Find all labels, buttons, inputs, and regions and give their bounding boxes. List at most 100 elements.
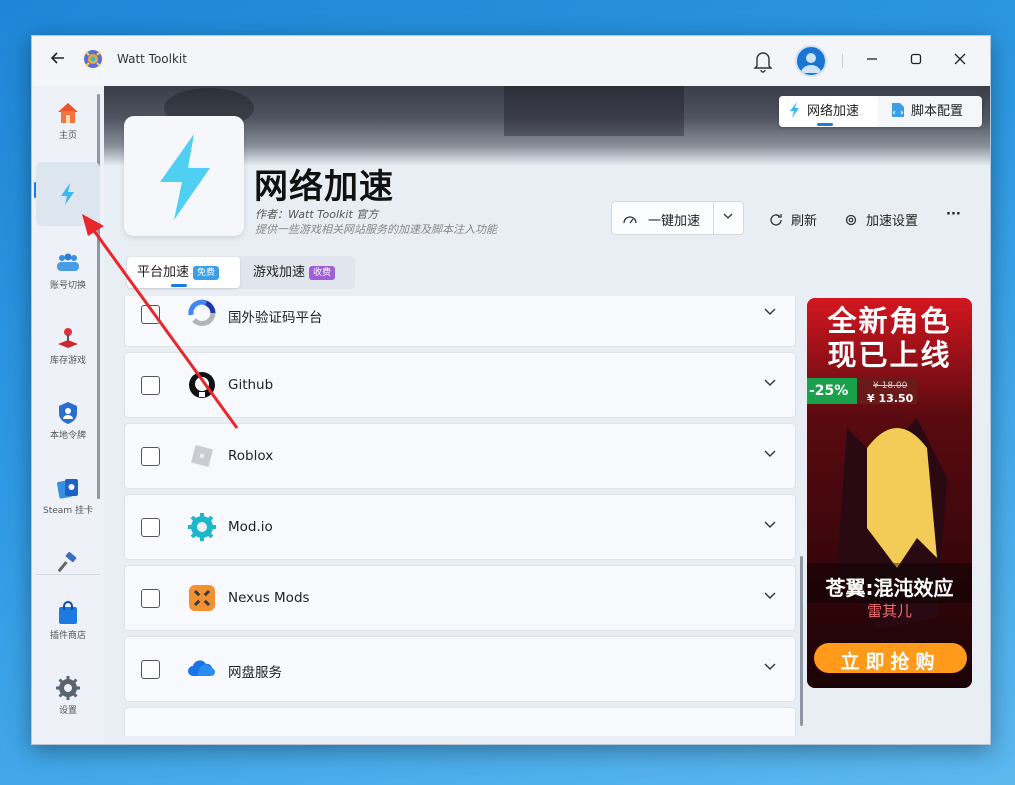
one-click-accelerate-button[interactable]: 一键加速 <box>611 201 744 235</box>
sidebar-divider <box>36 574 100 575</box>
tab-indicator <box>817 123 833 126</box>
github-icon <box>189 372 215 398</box>
shield-icon <box>59 402 77 424</box>
service-name: Roblox <box>228 448 274 464</box>
sidebar-item-local-token[interactable]: 本地令牌 <box>36 392 100 456</box>
service-checkbox[interactable] <box>141 518 160 537</box>
ad-headline-line2: 现已上线 <box>827 338 952 372</box>
user-icon <box>801 53 821 73</box>
close-button[interactable] <box>946 48 974 74</box>
top-tab-bar: 网络加速 脚本配置 <box>779 96 982 127</box>
back-arrow-icon <box>50 52 64 64</box>
sidebar-item-label: 设置 <box>58 706 77 716</box>
lightning-icon <box>61 183 74 205</box>
minimize-button[interactable] <box>858 48 886 74</box>
plugin-description: 提供一些游戏相关网站服务的加速及脚本注入功能 <box>255 223 497 236</box>
watt-toolkit-logo-icon <box>84 50 102 68</box>
gear-icon <box>845 214 857 226</box>
ad-character-name: 雷其儿 <box>866 602 912 620</box>
shopping-bag-icon <box>59 601 77 624</box>
script-file-icon <box>892 103 904 117</box>
nexus-mods-icon <box>189 585 215 611</box>
service-list: 国外验证码平台 Github Roblox Mod.io Nexus Mods … <box>124 296 800 736</box>
list-scrollbar[interactable] <box>800 556 803 726</box>
page-title: 网络加速 <box>254 167 394 207</box>
back-button[interactable] <box>46 50 70 72</box>
sidebar-item-settings[interactable]: 设置 <box>36 667 100 731</box>
button-divider <box>713 202 714 234</box>
sidebar-item-accelerator[interactable] <box>36 162 100 226</box>
ad-headline: 全新角色 现已上线 <box>807 304 972 372</box>
tab-game-accelerate[interactable]: 游戏加速 收费 <box>243 257 354 288</box>
modio-icon <box>188 513 216 541</box>
more-options-button[interactable]: ··· <box>946 207 961 222</box>
tab-network-accelerate[interactable]: 网络加速 <box>779 96 878 127</box>
settings-label: 加速设置 <box>866 214 919 229</box>
service-name: Github <box>228 377 274 393</box>
tab-platform-accelerate[interactable]: 平台加速 免费 <box>127 257 240 288</box>
service-name: Mod.io <box>228 519 273 535</box>
list-item[interactable] <box>124 707 796 736</box>
title-divider <box>842 54 843 68</box>
hero-artwork <box>504 86 684 136</box>
refresh-button[interactable]: 刷新 <box>769 210 817 229</box>
sidebar-item-label: 插件商店 <box>49 631 86 641</box>
sidebar-item-game-library[interactable]: 库存游戏 <box>36 317 100 381</box>
tab-label: 网络加速 <box>807 104 860 119</box>
tab-label: 平台加速 <box>137 265 190 280</box>
tab-label: 游戏加速 <box>253 265 306 280</box>
plugin-icon-card <box>124 116 244 236</box>
chevron-down-icon[interactable] <box>763 375 777 389</box>
sidebar-item-home[interactable]: 主页 <box>36 92 100 156</box>
list-item[interactable]: Roblox <box>124 423 796 489</box>
ad-game-title: 苍翼:混沌效应 <box>825 576 954 600</box>
sidebar-item-account-switch[interactable]: 账号切换 <box>36 242 100 306</box>
service-name: 国外验证码平台 <box>228 310 323 326</box>
chevron-down-icon[interactable] <box>763 446 777 460</box>
hammer-icon <box>57 551 77 573</box>
notifications-button[interactable] <box>752 49 774 73</box>
accelerate-label: 一键加速 <box>648 214 701 229</box>
list-item[interactable]: 国外验证码平台 <box>124 296 796 347</box>
tab-indicator <box>171 284 187 287</box>
ad-cta-button[interactable]: 立即抢购 <box>814 647 967 674</box>
lightning-icon <box>160 134 210 220</box>
service-checkbox[interactable] <box>141 376 160 395</box>
sidebar-item-plugin-store[interactable]: 插件商店 <box>36 592 100 656</box>
service-checkbox[interactable] <box>141 447 160 466</box>
tab-script-config[interactable]: 脚本配置 <box>881 96 981 127</box>
sidebar-item-label: 账号切换 <box>49 281 86 291</box>
service-name: 网盘服务 <box>228 665 282 681</box>
list-item[interactable]: Github <box>124 352 796 418</box>
service-checkbox[interactable] <box>141 660 160 679</box>
lightning-icon <box>790 102 799 118</box>
service-name: Nexus Mods <box>228 590 310 606</box>
more-label: ··· <box>946 207 961 222</box>
accelerate-dropdown-button[interactable] <box>722 210 734 225</box>
chevron-down-icon <box>723 213 733 219</box>
ad-new-price: ¥ 13.50 <box>867 392 914 405</box>
chevron-down-icon[interactable] <box>763 517 777 531</box>
close-icon <box>954 53 966 65</box>
title-bar: Watt Toolkit <box>32 36 990 86</box>
sidebar-item-label: Steam 挂卡 <box>43 506 93 516</box>
maximize-button[interactable] <box>902 48 930 74</box>
main-content: 网络加速 脚本配置 网络加速 作者：Watt Toolkit 官方 提供一些游戏… <box>104 86 990 744</box>
list-item[interactable]: Nexus Mods <box>124 565 796 631</box>
chevron-down-icon[interactable] <box>763 304 777 318</box>
sidebar-item-steam-idle[interactable]: Steam 挂卡 <box>36 467 100 531</box>
cards-icon <box>57 479 78 499</box>
service-checkbox[interactable] <box>141 589 160 608</box>
chevron-down-icon[interactable] <box>763 588 777 602</box>
maximize-icon <box>910 53 922 65</box>
accelerate-settings-button[interactable]: 加速设置 <box>844 210 918 229</box>
list-item[interactable]: Mod.io <box>124 494 796 560</box>
chevron-down-icon[interactable] <box>763 659 777 673</box>
list-item[interactable]: 网盘服务 <box>124 636 796 702</box>
user-avatar[interactable] <box>795 45 827 77</box>
ad-old-price: ¥ 18.00 <box>873 381 908 391</box>
refresh-label: 刷新 <box>791 214 818 229</box>
service-checkbox[interactable] <box>141 305 160 324</box>
sub-tab-bar: 平台加速 免费 游戏加速 收费 <box>126 256 355 289</box>
advertisement-banner[interactable]: 全新角色 现已上线 -25% ¥ 18.00 ¥ 13.50 苍翼:混沌效应 雷… <box>807 298 972 688</box>
